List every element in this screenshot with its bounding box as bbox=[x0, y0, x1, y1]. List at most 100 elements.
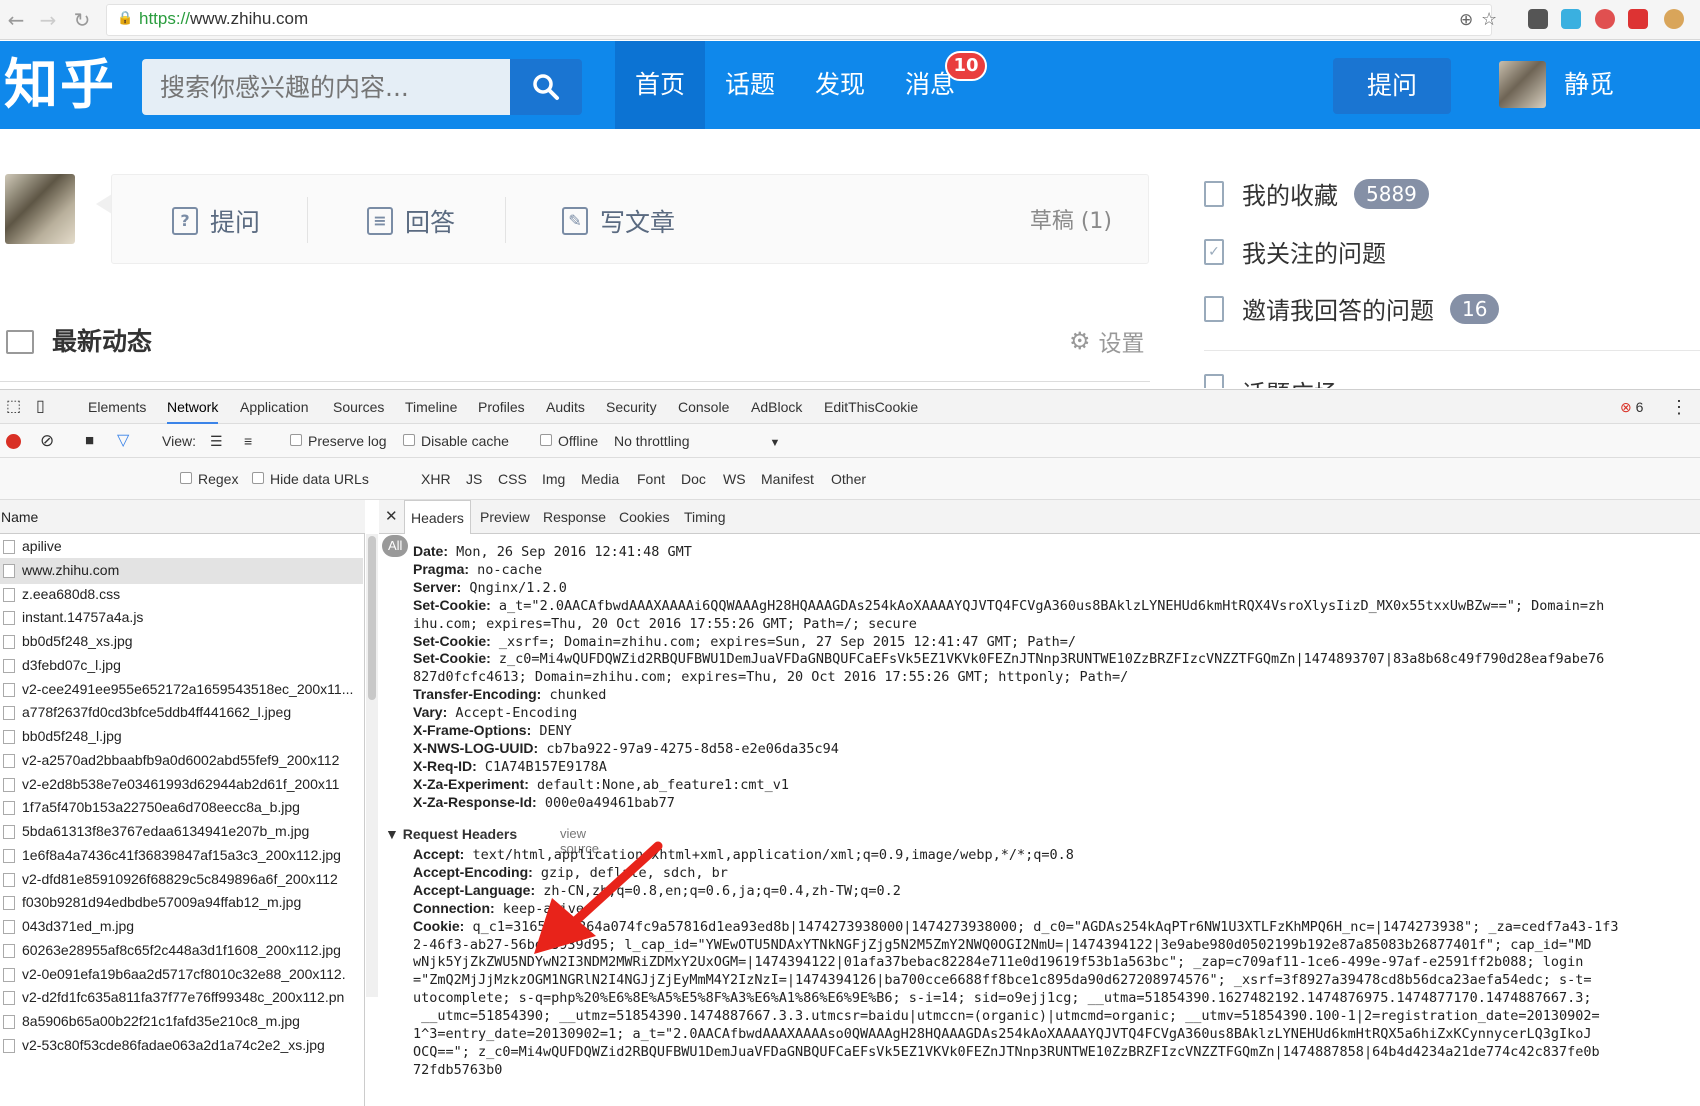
url-text[interactable]: https://www.zhihu.com bbox=[139, 9, 308, 29]
disable-cache-checkbox[interactable]: Disable cache bbox=[403, 424, 509, 458]
back-icon[interactable]: ← bbox=[2, 6, 30, 34]
scrollbar-thumb[interactable] bbox=[368, 536, 376, 700]
device-icon[interactable]: ▯ bbox=[36, 390, 45, 424]
bookmark-star-icon[interactable]: ☆ bbox=[1481, 9, 1497, 30]
large-rows-icon[interactable]: ☰ bbox=[210, 424, 223, 458]
table-row[interactable]: 1e6f8a4a7436c41f36839847af15a3c3_200x112… bbox=[0, 843, 363, 869]
zoom-icon[interactable]: ⊕ bbox=[1459, 10, 1473, 30]
type-filter-css[interactable]: CSS bbox=[498, 462, 527, 496]
compose-ask[interactable]: ? 提问 bbox=[172, 203, 260, 239]
table-row[interactable]: v2-d2fd1fc635a811fa37f77e76ff99348c_200x… bbox=[0, 985, 363, 1011]
type-filter-js[interactable]: JS bbox=[466, 462, 482, 496]
request-headers-section[interactable]: ▼ Request Headers view source bbox=[385, 826, 599, 856]
table-row[interactable]: 1f7a5f470b153a22750ea6d708eecc8a_b.jpg bbox=[0, 795, 363, 821]
tab-sources[interactable]: Sources bbox=[333, 390, 384, 424]
table-row[interactable]: v2-dfd81e85910926f68829c5c849896a6f_200x… bbox=[0, 867, 363, 893]
name-column-header[interactable]: Name bbox=[0, 500, 365, 534]
drafts-link[interactable]: 草稿 (1) bbox=[1030, 203, 1112, 235]
type-filter-other[interactable]: Other bbox=[831, 462, 866, 496]
tab-preview[interactable]: Preview bbox=[480, 500, 530, 534]
pocket-icon[interactable] bbox=[1528, 9, 1548, 29]
overview-icon[interactable]: ≡ bbox=[244, 424, 252, 458]
error-counter[interactable]: ⊗ 6 bbox=[1620, 390, 1643, 424]
type-filter-ws[interactable]: WS bbox=[723, 462, 746, 496]
feed-settings[interactable]: ⚙ 设置 bbox=[1069, 324, 1145, 358]
tab-profiles[interactable]: Profiles bbox=[478, 390, 525, 424]
preserve-log-checkbox[interactable]: Preserve log bbox=[290, 424, 387, 458]
table-row[interactable]: 043d371ed_m.jpg bbox=[0, 914, 363, 940]
type-filter-manifest[interactable]: Manifest bbox=[761, 462, 814, 496]
table-row[interactable]: v2-cee2491ee955e652172a1659543518ec_200x… bbox=[0, 677, 363, 703]
inspect-icon[interactable]: ⬚ bbox=[6, 390, 21, 424]
avatar[interactable] bbox=[5, 174, 75, 244]
nav-messages[interactable]: 消息 10 bbox=[885, 41, 988, 129]
tab-editthiscookie[interactable]: EditThisCookie bbox=[824, 390, 918, 424]
screenshot-icon[interactable]: ■ bbox=[85, 424, 94, 458]
zhihu-logo[interactable]: 知乎 bbox=[4, 41, 116, 129]
table-row[interactable]: apilive bbox=[0, 534, 363, 560]
record-icon[interactable] bbox=[6, 434, 21, 449]
table-row[interactable]: 5bda61313f8e3767edaa6134941e207b_m.jpg bbox=[0, 819, 363, 845]
table-row[interactable]: f030b9281d94edbdbe57009a94ffab12_m.jpg bbox=[0, 890, 363, 916]
type-filter-media[interactable]: Media bbox=[581, 462, 619, 496]
sidebar-item-collections[interactable]: 我的收藏 5889 bbox=[1204, 176, 1429, 211]
regex-checkbox[interactable]: Regex bbox=[180, 462, 238, 496]
type-filter-xhr[interactable]: XHR bbox=[421, 462, 451, 496]
sidebar-item-topics[interactable]: 话题广场 bbox=[1204, 374, 1338, 388]
tab-audits[interactable]: Audits bbox=[546, 390, 585, 424]
type-filter-doc[interactable]: Doc bbox=[681, 462, 706, 496]
ask-question-button[interactable]: 提问 bbox=[1333, 58, 1451, 114]
tab-console[interactable]: Console bbox=[678, 390, 729, 424]
more-menu-icon[interactable]: ⋮ bbox=[1670, 390, 1688, 424]
offline-checkbox[interactable]: Offline bbox=[540, 424, 598, 458]
tab-elements[interactable]: Elements bbox=[88, 390, 146, 424]
nav-home[interactable]: 首页 bbox=[615, 41, 706, 129]
search-input[interactable] bbox=[142, 59, 510, 115]
nav-explore[interactable]: 发现 bbox=[795, 41, 885, 129]
table-row[interactable]: v2-0e091efa19b6aa2d5717cf8010c32e88_200x… bbox=[0, 962, 363, 988]
reload-icon[interactable]: ↻ bbox=[68, 6, 96, 34]
table-row[interactable]: www.zhihu.com bbox=[0, 557, 363, 584]
avatar[interactable] bbox=[1499, 61, 1546, 108]
table-row[interactable]: bb0d5f248_l.jpg bbox=[0, 724, 363, 750]
user-name[interactable]: 静觅 bbox=[1564, 63, 1614, 107]
sidebar-item-following[interactable]: ✓ 我关注的问题 bbox=[1204, 234, 1386, 269]
table-row[interactable]: 60263e28955af8c65f2c448a3d1f1608_200x112… bbox=[0, 938, 363, 964]
table-row[interactable]: z.eea680d8.css bbox=[0, 582, 363, 608]
tab-headers[interactable]: Headers bbox=[404, 500, 471, 534]
type-filter-font[interactable]: Font bbox=[637, 462, 665, 496]
clear-icon[interactable]: ⊘ bbox=[40, 424, 54, 458]
table-row[interactable]: bb0d5f248_xs.jpg bbox=[0, 629, 363, 655]
table-row[interactable]: v2-e2d8b538e7e03461993d62944ab2d61f_200x… bbox=[0, 772, 363, 798]
extension-icon[interactable] bbox=[1561, 9, 1581, 29]
compose-article[interactable]: ✎ 写文章 bbox=[562, 203, 675, 239]
search-button[interactable] bbox=[510, 59, 582, 115]
sidebar-item-invites[interactable]: 邀请我回答的问题 16 bbox=[1204, 291, 1500, 326]
table-row[interactable]: 8a5906b65a00b22f21c1fafd35e210c8_m.jpg bbox=[0, 1009, 363, 1035]
tab-application[interactable]: Application bbox=[240, 390, 309, 424]
table-row[interactable]: a778f2637fd0cd3bfce5ddb4ff441662_l.jpeg bbox=[0, 700, 363, 726]
forward-icon[interactable]: → bbox=[34, 6, 62, 34]
compose-answer[interactable]: ≡ 回答 bbox=[367, 203, 455, 239]
tab-security[interactable]: Security bbox=[606, 390, 657, 424]
tab-cookies[interactable]: Cookies bbox=[619, 500, 670, 534]
tab-adblock[interactable]: AdBlock bbox=[751, 390, 802, 424]
adblock-icon[interactable] bbox=[1628, 9, 1648, 29]
close-icon[interactable]: ✕ bbox=[385, 500, 398, 534]
extension-badge-icon[interactable] bbox=[1595, 9, 1615, 29]
tab-network[interactable]: Network bbox=[167, 390, 219, 424]
table-row[interactable]: instant.14757a4a.js bbox=[0, 605, 363, 631]
cookie-icon[interactable] bbox=[1664, 9, 1684, 29]
tab-timing[interactable]: Timing bbox=[684, 500, 726, 534]
nav-topics[interactable]: 话题 bbox=[705, 41, 795, 129]
filter-icon[interactable]: ▽ bbox=[117, 424, 129, 458]
type-filter-img[interactable]: Img bbox=[542, 462, 565, 496]
tab-timeline[interactable]: Timeline bbox=[405, 390, 457, 424]
throttling-select[interactable]: No throttling ▼ bbox=[614, 424, 780, 460]
table-row[interactable]: d3febd07c_l.jpg bbox=[0, 653, 363, 679]
hide-data-urls-checkbox[interactable]: Hide data URLs bbox=[252, 462, 369, 496]
table-row[interactable]: v2-a2570ad2bbaabfb9a0d6002abd55fef9_200x… bbox=[0, 748, 363, 774]
address-bar[interactable]: 🔒 https://www.zhihu.com ⊕ ☆ bbox=[106, 4, 1497, 36]
table-row[interactable]: v2-53c80f53cde86fadae063a2d1a74c2e2_xs.j… bbox=[0, 1033, 363, 1059]
tab-response[interactable]: Response bbox=[543, 500, 606, 534]
